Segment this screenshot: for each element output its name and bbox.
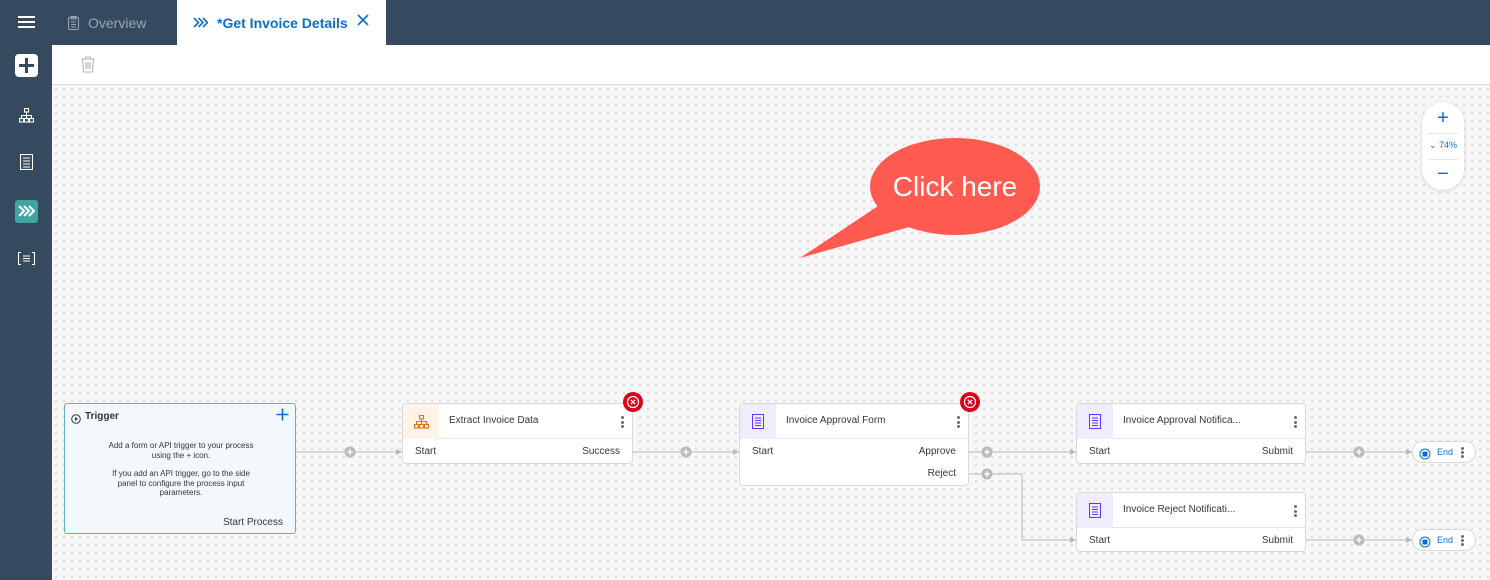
end-node[interactable]: End <box>1412 441 1476 463</box>
form-icon <box>1077 404 1113 439</box>
chevron-down-icon: ⌄ <box>1428 140 1437 150</box>
output-port-submit: Submit <box>1261 446 1293 457</box>
input-port: Start <box>752 446 774 457</box>
node-header: Extract Invoice Data <box>403 404 632 439</box>
error-icon[interactable] <box>623 392 643 412</box>
zoom-level[interactable]: ⌄ 74% <box>1422 140 1464 151</box>
node-title: Invoice Reject Notificati... <box>1123 504 1236 515</box>
trigger-node[interactable]: Trigger Add a form or API trigger to you… <box>64 403 296 534</box>
add-trigger-button[interactable] <box>276 408 289 426</box>
node-header: Invoice Approval Form <box>740 404 968 439</box>
zoom-separator <box>1428 133 1458 134</box>
invoice-approval-form-node[interactable]: Invoice Approval Form Start Approve Reje… <box>739 403 969 486</box>
automation-icon <box>403 404 439 439</box>
node-header: Invoice Approval Notifica... <box>1077 404 1305 439</box>
more-icon[interactable] <box>1461 447 1464 459</box>
output-port-reject: Reject <box>927 468 956 479</box>
node-title: Invoice Approval Notifica... <box>1123 415 1241 426</box>
invoice-reject-notification-node[interactable]: Invoice Reject Notificati... Start Submi… <box>1076 492 1306 552</box>
end-label: End <box>1437 447 1454 457</box>
more-icon[interactable] <box>957 416 960 430</box>
node-header: Invoice Reject Notificati... <box>1077 493 1305 528</box>
trigger-description-line2: If you add an API trigger, go to the sid… <box>112 469 250 497</box>
callout-text: Click here <box>892 170 1018 202</box>
trigger-title: Trigger <box>85 411 119 422</box>
end-icon <box>1419 447 1431 465</box>
output-port-submit: Submit <box>1261 535 1293 546</box>
trigger-description-line1: Add a form or API trigger to your proces… <box>108 441 254 460</box>
zoom-out-button[interactable]: − <box>1422 164 1464 184</box>
zoom-separator <box>1428 159 1458 160</box>
error-icon[interactable] <box>960 392 980 412</box>
zoom-in-button[interactable]: + <box>1422 108 1464 128</box>
zoom-level-value: 74% <box>1439 140 1458 150</box>
invoice-approval-notification-node[interactable]: Invoice Approval Notifica... Start Submi… <box>1076 403 1306 464</box>
input-port: Start <box>1089 535 1111 546</box>
node-title: Invoice Approval Form <box>786 415 886 426</box>
more-icon[interactable] <box>1294 505 1297 519</box>
form-icon <box>740 404 776 439</box>
end-icon <box>1419 535 1431 553</box>
end-node[interactable]: End <box>1412 529 1476 551</box>
more-icon[interactable] <box>621 416 624 430</box>
more-icon[interactable] <box>1294 416 1297 430</box>
play-circle-icon <box>71 411 81 429</box>
form-icon <box>1077 493 1113 528</box>
zoom-control: + ⌄ 74% − <box>1422 102 1464 190</box>
output-port-success: Success <box>582 446 620 457</box>
node-title: Extract Invoice Data <box>449 415 539 426</box>
extract-invoice-data-node[interactable]: Extract Invoice Data Start Success <box>402 403 633 464</box>
trigger-output-port: Start Process <box>222 517 283 528</box>
input-port: Start <box>1089 446 1111 457</box>
trigger-description: Add a form or API trigger to your proces… <box>105 441 257 498</box>
input-port: Start <box>415 446 437 457</box>
end-label: End <box>1437 535 1454 545</box>
plus-icon <box>276 408 289 421</box>
more-icon[interactable] <box>1461 535 1464 547</box>
output-port-approve: Approve <box>918 446 956 457</box>
